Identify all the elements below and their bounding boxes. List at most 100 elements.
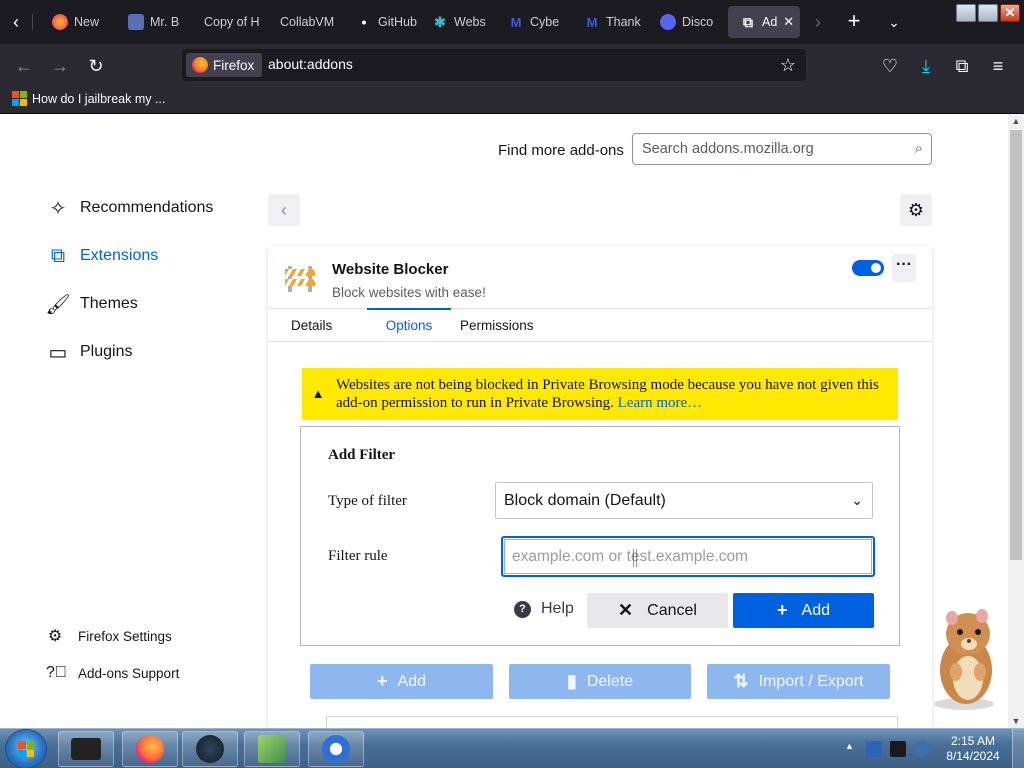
import-export-icon: ⇅ [733,671,749,691]
scrollbar-thumb[interactable] [1010,130,1022,560]
category-plugins[interactable]: ▭ Plugins [46,340,133,364]
category-extensions[interactable]: ⧉ Extensions [46,244,158,268]
downloads-icon[interactable]: ⤓ [912,52,940,80]
filter-type-select[interactable]: Block domain (Default) ⌄ [495,482,873,519]
add-filter-panel: Add Filter Type of filter Block domain (… [300,426,900,646]
back-button[interactable]: ‹ [268,194,300,226]
taskbar-terminal[interactable] [58,731,114,767]
new-tab-button[interactable]: + [840,8,868,36]
taskbar-firefox[interactable] [122,731,178,767]
windows-logo-icon [12,91,27,106]
tab-new[interactable]: New [40,6,118,38]
reload-icon[interactable]: ↻ [82,52,110,80]
category-label: Plugins [80,343,133,360]
restore-window-button[interactable] [978,4,998,22]
plus-icon: + [777,600,788,620]
address-bar[interactable]: Firefox about:addons ☆ [182,49,806,81]
bookmark-item[interactable]: How do I jailbreak my ... [12,91,165,106]
tab-title: Ad [762,15,778,29]
show-desktop-button[interactable] [1012,729,1024,768]
page-scrollbar[interactable]: ▲ ▼ [1008,114,1024,728]
add-button[interactable]: + Add [310,664,493,699]
tab-github[interactable]: • GitHub [344,6,422,38]
learn-more-link[interactable]: Learn more… [618,395,703,411]
find-more-addons-label: Find more add-ons [498,142,624,159]
tools-gear-button[interactable]: ⚙ [900,194,932,226]
addon-name: Website Blocker [332,261,449,278]
volume-icon[interactable] [914,741,930,757]
bookmark-star-icon[interactable]: ☆ [776,53,800,77]
tab-details[interactable]: Details [283,309,340,342]
warning-message: Websites are not being blocked in Privat… [336,376,888,412]
tab-options[interactable]: Options [367,308,451,342]
close-tab-icon[interactable]: ✕ [783,14,794,30]
url-text[interactable]: about:addons [268,56,353,72]
filter-rule-input[interactable] [501,536,875,577]
tab-scroll-right-icon[interactable]: › [804,8,832,36]
delete-button[interactable]: ▮ Delete [509,664,691,699]
minimize-window-button[interactable] [956,4,976,22]
tab-permissions[interactable]: Permissions [452,309,542,342]
tab-title: New [74,15,100,29]
scroll-down-icon[interactable]: ▼ [1008,714,1024,728]
help-button[interactable]: ? Help [514,592,574,626]
forward-arrow-icon[interactable]: → [46,52,74,80]
add-filter-title: Add Filter [328,447,396,463]
tab-copy-of[interactable]: Copy of H [192,6,270,38]
tab-cybe[interactable]: M Cybe [496,6,574,38]
app-icon [258,735,286,763]
close-icon: ✕ [618,600,634,620]
list-all-tabs-button[interactable]: ⌄ [880,8,908,36]
hamster-desktop-pet[interactable] [922,604,1006,712]
private-browsing-warning: ▲ Websites are not being blocked in Priv… [302,368,898,420]
import-export-button[interactable]: ⇅ Import / Export [707,664,890,699]
tab-mr-b[interactable]: Mr. B [116,6,194,38]
extensions-icon[interactable]: ⧉ [948,52,976,80]
tab-discord[interactable]: Disco [648,6,726,38]
scroll-up-icon[interactable]: ▲ [1008,114,1024,128]
filter-list [326,716,898,728]
addons-support-link[interactable]: ?⃝ Add-ons Support [46,664,179,682]
amo-search-box[interactable]: ⌕ [632,133,932,165]
tab-title: Disco [682,15,714,29]
tab-website-blocker[interactable]: ✱ Webs [420,6,498,38]
tab-thank[interactable]: M Thank [572,6,650,38]
firefox-settings-link[interactable]: ⚙ Firefox Settings [46,626,172,646]
pocket-icon[interactable]: ♡ [876,52,904,80]
start-button[interactable] [6,730,46,768]
close-window-button[interactable]: ✕ [1000,4,1020,22]
system-clock[interactable]: 2:15 AM 8/14/2024 [938,734,1008,764]
category-recommendations[interactable]: ✧ Recommendations [46,196,214,220]
taskbar-app[interactable] [244,731,300,767]
tab-scroll-left-icon[interactable]: ‹ [2,8,30,36]
show-hidden-icons-icon[interactable]: ▲ [845,741,854,751]
paintbrush-icon: 🖌 [45,293,71,316]
clock-time: 2:15 AM [950,734,996,748]
plugin-icon: ▭ [48,341,68,364]
taskbar-malwarebytes[interactable] [308,731,364,767]
search-icon[interactable]: ⌕ [915,140,923,157]
menu-icon[interactable]: ≡ [984,52,1012,80]
category-themes[interactable]: 🖌 Themes [45,292,137,316]
taskbar-steam[interactable] [182,731,238,767]
avatar-icon [128,14,144,30]
tab-addons-active[interactable]: ⧉ Ad ✕ [728,6,800,38]
back-arrow-icon[interactable]: ← [10,52,38,80]
identity-box[interactable]: Firefox [186,53,263,77]
footer-link-label: Firefox Settings [78,628,172,644]
display-icon[interactable] [890,741,906,757]
cancel-button[interactable]: ✕ Cancel [587,593,728,628]
more-options-button[interactable]: ··· [892,254,916,282]
m-icon: M [586,14,598,30]
firefox-icon [136,735,164,763]
add-filter-button[interactable]: + Add [733,593,874,628]
tab-separator [32,14,33,30]
addon-detail-card: Website Blocker Block websites with ease… [268,246,932,728]
filter-type-label: Type of filter [328,493,407,509]
plus-icon: + [377,671,388,691]
windows-taskbar: ▲ 2:15 AM 8/14/2024 [0,728,1024,768]
addon-enable-toggle[interactable] [852,260,884,276]
amo-search-input[interactable] [633,134,893,164]
network-icon[interactable] [866,741,882,757]
tab-collabvm[interactable]: CollabVM [268,6,346,38]
